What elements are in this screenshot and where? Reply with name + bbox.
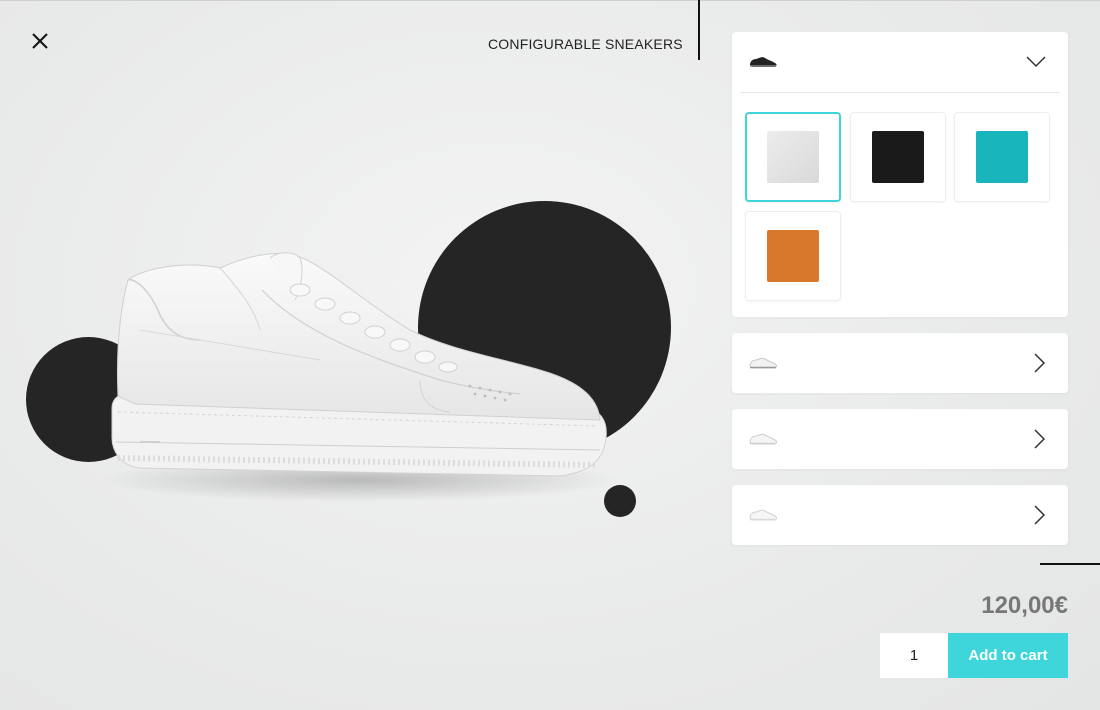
price-label: 120,00€ [981,592,1068,619]
decorative-horizontal-line [1040,563,1100,565]
chevron-down-icon [1026,56,1046,68]
config-section-3[interactable] [732,409,1068,469]
top-border [0,0,1100,1]
chevron-right-icon [1034,429,1046,449]
sneaker-icon-light [749,357,777,369]
config-section-4[interactable] [732,485,1068,545]
sneaker-icon-light [749,509,777,521]
config-section-2[interactable] [732,333,1068,393]
config-section-sole [732,32,1068,317]
sneaker-icon-dark [750,57,777,67]
swatch-teal[interactable] [954,112,1050,202]
chevron-right-icon [1034,505,1046,525]
divider [740,92,1060,93]
swatch-orange[interactable] [745,211,841,301]
close-icon [32,33,48,49]
close-button[interactable] [28,29,52,53]
page-title: CONFIGURABLE SNEAKERS [488,36,683,52]
section-header[interactable] [732,32,1068,92]
swatch-white[interactable] [745,112,841,202]
decorative-vertical-line [698,0,700,60]
section-header[interactable] [732,485,1068,545]
section-header[interactable] [732,333,1068,393]
swatch-chip [872,131,924,183]
product-stage [0,180,700,540]
section-header[interactable] [732,409,1068,469]
chevron-right-icon [1034,353,1046,373]
add-to-cart-button[interactable]: Add to cart [948,633,1068,678]
swatch-chip [767,131,819,183]
swatch-chip [767,230,819,282]
swatch-chip [976,131,1028,183]
sneaker-icon-light [749,433,777,445]
sneaker-image [100,252,620,502]
quantity-input[interactable] [880,633,948,678]
swatch-black[interactable] [850,112,946,202]
